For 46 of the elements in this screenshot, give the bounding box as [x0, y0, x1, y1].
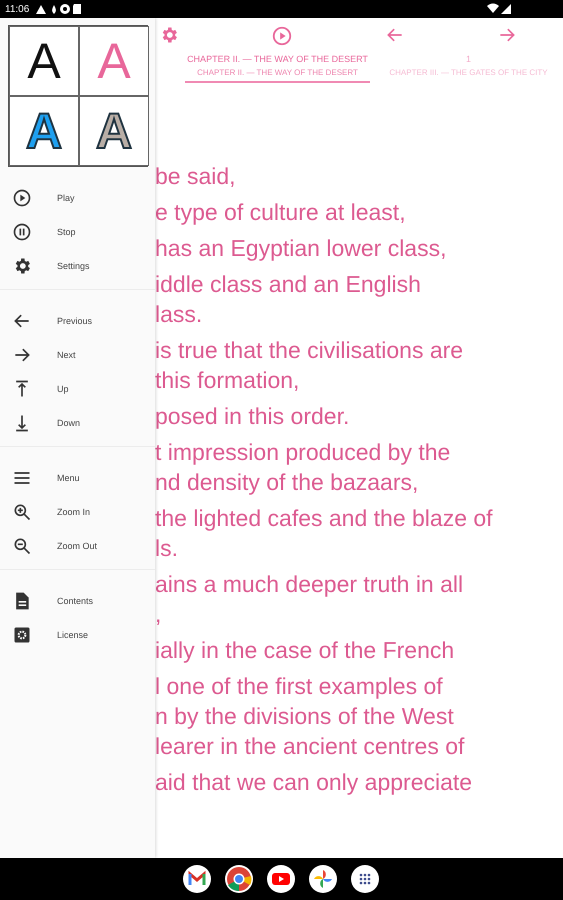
zoomout-icon [12, 536, 32, 556]
book-text-line: n by the divisions of the West [155, 702, 455, 731]
book-text-line: learer in the ancient centres of [155, 732, 466, 761]
book-text-line: ls. [155, 534, 179, 563]
signal-icons [487, 3, 513, 15]
pause-icon [12, 222, 32, 242]
book-text-line: aid that we can only appreciate [155, 768, 474, 797]
drawer-menu-item[interactable]: Previous [0, 304, 155, 338]
book-text-line: e type of culture at least, [155, 198, 407, 227]
drawer-menu-item[interactable]: Settings [0, 249, 155, 283]
book-text-line: t impression produced by the [155, 438, 452, 467]
drawer-menu-item[interactable]: Zoom In [0, 495, 155, 529]
book-text-line: posed in this order. [155, 402, 350, 431]
play-icon[interactable] [271, 25, 293, 47]
book-text-line: the lighted cafes and the blaze of [155, 504, 494, 533]
theme-swatch[interactable]: A [9, 26, 79, 96]
apps-app-icon[interactable] [350, 864, 380, 894]
book-text-line: be said, [155, 162, 237, 191]
book-text-line: this formation, [155, 366, 300, 395]
drawer-menu-item[interactable]: Contents [0, 584, 155, 618]
drawer-menu-item[interactable]: Stop [0, 215, 155, 249]
book-text-line: lass. [155, 300, 204, 329]
book-text-line: ains a much deeper truth in all [155, 570, 464, 599]
photos-app-icon[interactable] [308, 864, 338, 894]
book-text-line: ially in the case of the French [155, 636, 456, 665]
notification-icons [35, 3, 84, 15]
mail-app-icon[interactable] [182, 864, 212, 894]
book-text-line: nd density of the bazaars, [155, 468, 420, 497]
book-text-line: iddle class and an English [155, 270, 422, 299]
drawer-menu-item[interactable]: Zoom Out [0, 529, 155, 563]
book-text-line: is true that the civilisations are [155, 336, 464, 365]
drawer-menu-item[interactable]: Menu [0, 461, 155, 495]
play-icon [12, 188, 32, 208]
drawer-menu-item[interactable]: Next [0, 338, 155, 372]
book-text-line: l one of the first examples of [155, 672, 444, 701]
book-text-line: , [155, 600, 162, 629]
drawer-menu-item[interactable]: Up [0, 372, 155, 406]
drawer-menu-item[interactable]: License [0, 618, 155, 652]
gearbox-icon [12, 625, 32, 645]
browser-app-icon[interactable] [224, 864, 254, 894]
book-text-line: has an Egyptian lower class, [155, 234, 448, 263]
video-app-icon[interactable] [266, 864, 296, 894]
zoomin-icon [12, 502, 32, 522]
status-time: 11:06 [5, 4, 30, 14]
drawer-menu-item[interactable]: Play [0, 181, 155, 215]
drawer-menu-item[interactable]: Down [0, 406, 155, 440]
